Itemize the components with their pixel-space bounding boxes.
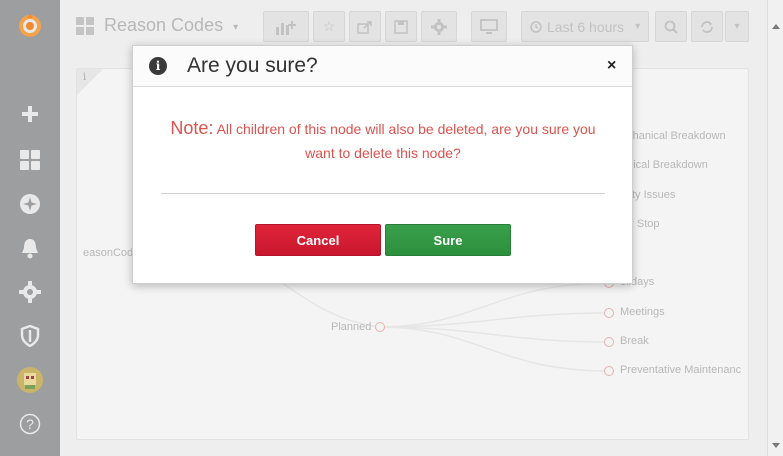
- compass-icon[interactable]: [15, 189, 45, 219]
- note-label: Note:: [170, 118, 214, 138]
- time-range-label: Last 6 hours: [547, 18, 625, 35]
- tree-node[interactable]: [375, 322, 385, 332]
- tree-node[interactable]: [604, 337, 614, 347]
- share-icon: [357, 20, 372, 34]
- modal-divider: [161, 193, 605, 194]
- sure-button[interactable]: Sure: [385, 224, 511, 256]
- caret-down-icon: ▾: [635, 21, 641, 32]
- user-avatar-icon[interactable]: [15, 365, 45, 395]
- monitor-icon: [480, 18, 498, 34]
- gear-icon: [431, 18, 447, 35]
- settings-button[interactable]: [421, 11, 457, 42]
- save-button[interactable]: [385, 11, 417, 42]
- caret-down-icon: ▾: [734, 21, 740, 32]
- add-panel-button[interactable]: [263, 11, 309, 42]
- help-label: ?: [26, 416, 34, 432]
- star-icon: ☆: [322, 18, 336, 34]
- scroll-up-arrow[interactable]: [772, 24, 780, 29]
- vertical-scrollbar[interactable]: [767, 0, 783, 456]
- tree-node[interactable]: [604, 308, 614, 318]
- scroll-down-arrow[interactable]: [772, 443, 780, 448]
- time-range-picker[interactable]: Last 6 hours ▾: [521, 11, 649, 42]
- tree-node-label: Preventative Maintenanc: [620, 364, 741, 376]
- clock-icon: [530, 20, 542, 33]
- cancel-button[interactable]: Cancel: [255, 224, 381, 256]
- tree-node-label: Meetings: [620, 306, 665, 318]
- tree-node[interactable]: [604, 366, 614, 376]
- refresh-interval-dropdown[interactable]: ▾: [725, 11, 749, 42]
- search-icon: [664, 20, 678, 34]
- star-button[interactable]: ☆: [313, 11, 345, 42]
- dashboards-grid-icon: [76, 16, 94, 35]
- sidebar: ?: [0, 0, 60, 456]
- add-panel-icon: [276, 20, 296, 35]
- tree-node-label: Break: [620, 335, 649, 347]
- share-button[interactable]: [349, 11, 381, 42]
- dashboard-title-picker[interactable]: Reason Codes ▾: [76, 15, 238, 36]
- save-icon: [394, 19, 408, 34]
- plus-icon[interactable]: [15, 99, 45, 129]
- tree-node-label: echanical Breakdown: [621, 130, 726, 142]
- grafana-logo-icon[interactable]: [15, 11, 45, 41]
- caret-down-icon: ▾: [233, 22, 239, 33]
- tree-root-label: easonCode: [83, 247, 140, 259]
- bell-icon[interactable]: [15, 233, 45, 263]
- refresh-icon: [701, 20, 713, 33]
- tree-node-label-planned: Planned: [331, 321, 372, 333]
- close-button[interactable]: ×: [607, 57, 616, 75]
- modal-header: i Are you sure? ×: [133, 46, 632, 87]
- modal-title: Are you sure?: [187, 54, 318, 77]
- zoom-out-button[interactable]: [655, 11, 687, 42]
- message-text: All children of this node will also be d…: [213, 121, 596, 161]
- info-icon: i: [149, 57, 167, 75]
- help-icon[interactable]: ?: [15, 409, 45, 439]
- confirm-delete-modal: i Are you sure? × Note: All children of …: [132, 45, 633, 284]
- refresh-button[interactable]: [691, 11, 723, 42]
- modal-message: Note: All children of this node will als…: [157, 116, 609, 165]
- shield-icon[interactable]: [15, 321, 45, 351]
- dashboard-title: Reason Codes: [104, 15, 224, 35]
- tree-node-label: ctrical Breakdown: [621, 159, 708, 171]
- gear-icon[interactable]: [15, 277, 45, 307]
- dashboards-grid-icon[interactable]: [15, 145, 45, 175]
- view-mode-button[interactable]: [471, 11, 507, 42]
